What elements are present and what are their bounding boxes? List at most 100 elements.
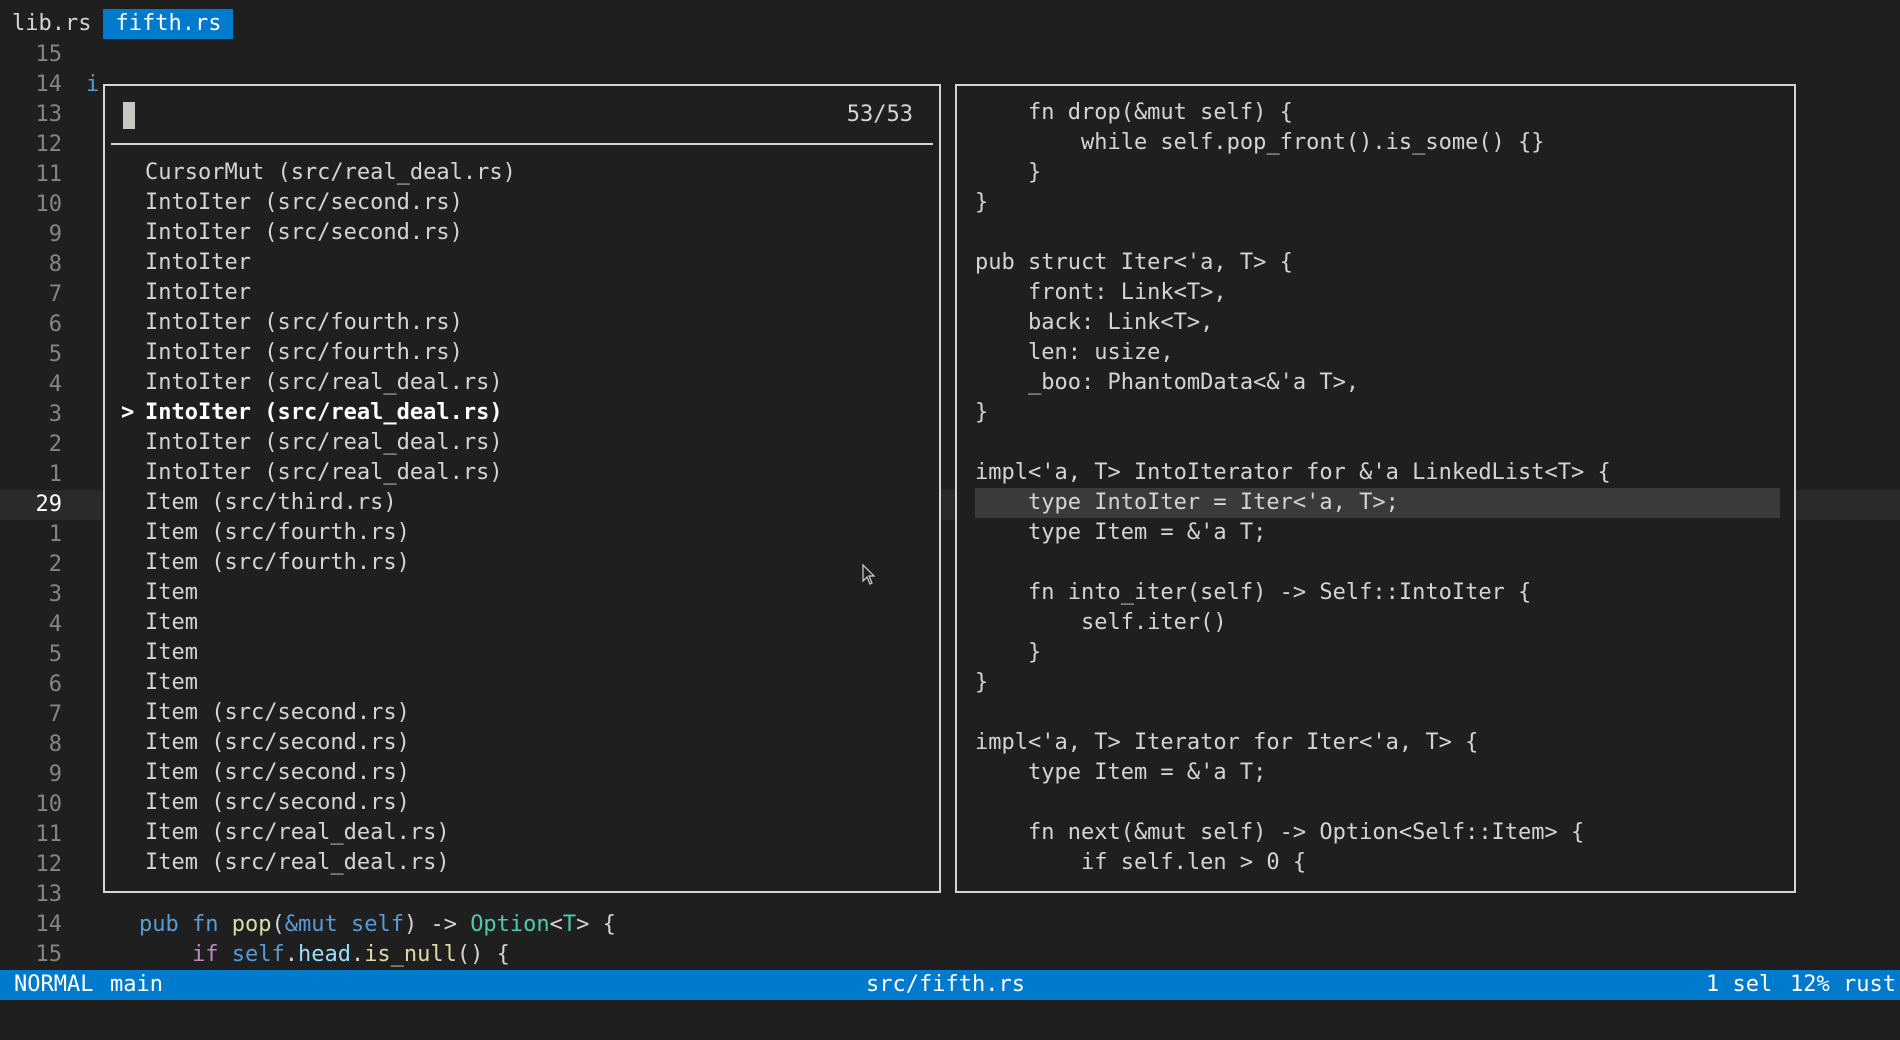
line-number: 14: [35, 72, 63, 97]
preview-line: back: Link<T>,: [975, 310, 1214, 335]
line-number: 8: [48, 732, 62, 757]
text-cursor: [123, 102, 135, 129]
preview-line: [975, 548, 1780, 578]
preview-line: }: [975, 640, 1042, 665]
picker-item[interactable]: Item (src/second.rs): [121, 758, 921, 788]
picker-item[interactable]: Item: [121, 668, 921, 698]
line-number: 2: [48, 552, 62, 577]
preview-line: _boo: PhantomData<&'a T>,: [975, 370, 1360, 395]
picker-item-label: Item (src/real_deal.rs): [145, 850, 450, 875]
preview-line: }: [975, 190, 989, 215]
picker-item-label: IntoIter (src/real_deal.rs): [145, 400, 503, 425]
selection-marker: >: [121, 400, 135, 425]
picker-divider: [111, 143, 933, 145]
picker-item[interactable]: Item: [121, 608, 921, 638]
picker-item[interactable]: Item (src/second.rs): [121, 728, 921, 758]
preview-line: type Item = &'a T;: [975, 520, 1267, 545]
preview-line: fn into_iter(self) -> Self::IntoIter {: [975, 580, 1532, 605]
picker-item-label: Item (src/real_deal.rs): [145, 820, 450, 845]
picker-item[interactable]: IntoIter: [121, 248, 921, 278]
preview-line: }: [975, 160, 1042, 185]
tab-fifth-rs[interactable]: fifth.rs: [103, 9, 234, 39]
picker-item-label: Item (src/fourth.rs): [145, 550, 410, 575]
picker-item-label: Item: [145, 640, 198, 665]
picker-item[interactable]: Item (src/second.rs): [121, 788, 921, 818]
picker-item-label: IntoIter (src/real_deal.rs): [145, 430, 503, 455]
picker-item[interactable]: Item (src/real_deal.rs): [121, 848, 921, 878]
picker-item[interactable]: IntoIter: [121, 278, 921, 308]
line-number: 6: [48, 312, 62, 337]
picker-item[interactable]: Item (src/second.rs): [121, 698, 921, 728]
preview-line: pub struct Iter<'a, T> {: [975, 250, 1293, 275]
mouse-pointer-icon: [862, 564, 876, 585]
preview-line: [975, 218, 1780, 248]
line-number: 29: [0, 490, 62, 520]
picker-item[interactable]: IntoIter (src/second.rs): [121, 218, 921, 248]
picker-item-label: CursorMut (src/real_deal.rs): [145, 160, 516, 185]
symbol-picker: 53/53 CursorMut (src/real_deal.rs) IntoIt…: [103, 84, 941, 893]
picker-item[interactable]: Item (src/third.rs): [121, 488, 921, 518]
status-file-path: src/fifth.rs: [866, 972, 1025, 997]
line-number: 11: [35, 822, 63, 847]
preview-line: front: Link<T>,: [975, 280, 1227, 305]
preview-line: while self.pop_front().is_some() {}: [975, 130, 1545, 155]
line-number: 15: [35, 42, 63, 67]
line-number: 7: [48, 702, 62, 727]
picker-item[interactable]: Item (src/real_deal.rs): [121, 818, 921, 848]
preview-line: [975, 698, 1780, 728]
picker-search-input[interactable]: [143, 100, 747, 130]
preview-line: type Item = &'a T;: [975, 760, 1267, 785]
picker-item[interactable]: IntoIter (src/real_deal.rs): [121, 368, 921, 398]
line-number: 14: [35, 912, 63, 937]
line-number: 8: [48, 252, 62, 277]
picker-item[interactable]: IntoIter (src/real_deal.rs): [121, 428, 921, 458]
picker-item[interactable]: CursorMut (src/real_deal.rs): [121, 158, 921, 188]
preview-line: [975, 428, 1780, 458]
preview-line: impl<'a, T> IntoIterator for &'a LinkedL…: [975, 460, 1611, 485]
preview-line: type IntoIter = Iter<'a, T>;: [975, 488, 1780, 518]
preview-line: fn next(&mut self) -> Option<Self::Item>…: [975, 820, 1585, 845]
picker-item-label: IntoIter: [145, 250, 251, 275]
preview-line: if self.len > 0 {: [975, 850, 1307, 875]
code-line: if self.head.is_null() {: [191, 942, 510, 967]
picker-item[interactable]: IntoIter (src/real_deal.rs): [121, 458, 921, 488]
status-bar: NORMAL main src/fifth.rs 1 sel 12% rust: [0, 970, 1900, 1000]
line-number: 6: [48, 672, 62, 697]
preview-line: len: usize,: [975, 340, 1174, 365]
picker-item-label: IntoIter (src/real_deal.rs): [145, 460, 503, 485]
status-mode: NORMAL: [14, 972, 94, 997]
line-number: 3: [48, 402, 62, 427]
line-number: 11: [35, 162, 63, 187]
picker-item[interactable]: Item (src/fourth.rs): [121, 548, 921, 578]
tab-lib-rs[interactable]: lib.rs: [0, 9, 103, 39]
picker-item[interactable]: Item: [121, 578, 921, 608]
line-number: 9: [48, 762, 62, 787]
picker-item-label: Item (src/second.rs): [145, 700, 410, 725]
tab-bar: lib.rs fifth.rs: [0, 9, 234, 39]
picker-item-label: IntoIter (src/real_deal.rs): [145, 370, 503, 395]
picker-item[interactable]: IntoIter (src/second.rs): [121, 188, 921, 218]
picker-item-label: IntoIter (src/second.rs): [145, 220, 463, 245]
code-line: pub fn pop(&mut self) -> Option<T> {: [138, 912, 616, 937]
line-number: 7: [48, 282, 62, 307]
preview-line: }: [975, 670, 989, 695]
picker-item[interactable]: IntoIter (src/fourth.rs): [121, 338, 921, 368]
preview-line: impl<'a, T> Iterator for Iter<'a, T> {: [975, 730, 1479, 755]
picker-item-label: Item (src/second.rs): [145, 790, 410, 815]
picker-item-label: Item: [145, 610, 198, 635]
picker-item-label: Item (src/fourth.rs): [145, 520, 410, 545]
line-number: 13: [35, 102, 63, 127]
preview-line: self.iter(): [975, 610, 1227, 635]
picker-item[interactable]: IntoIter (src/fourth.rs): [121, 308, 921, 338]
picker-item[interactable]: Item: [121, 638, 921, 668]
preview-line: }: [975, 400, 989, 425]
line-number: 10: [35, 192, 63, 217]
line-number: 12: [35, 852, 63, 877]
picker-item[interactable]: Item (src/fourth.rs): [121, 518, 921, 548]
preview-line: [975, 788, 1780, 818]
picker-item-label: Item (src/second.rs): [145, 760, 410, 785]
picker-item[interactable]: > IntoIter (src/real_deal.rs): [121, 398, 921, 428]
line-number: 1: [48, 522, 62, 547]
line-number: 12: [35, 132, 63, 157]
status-branch: main: [110, 972, 163, 997]
